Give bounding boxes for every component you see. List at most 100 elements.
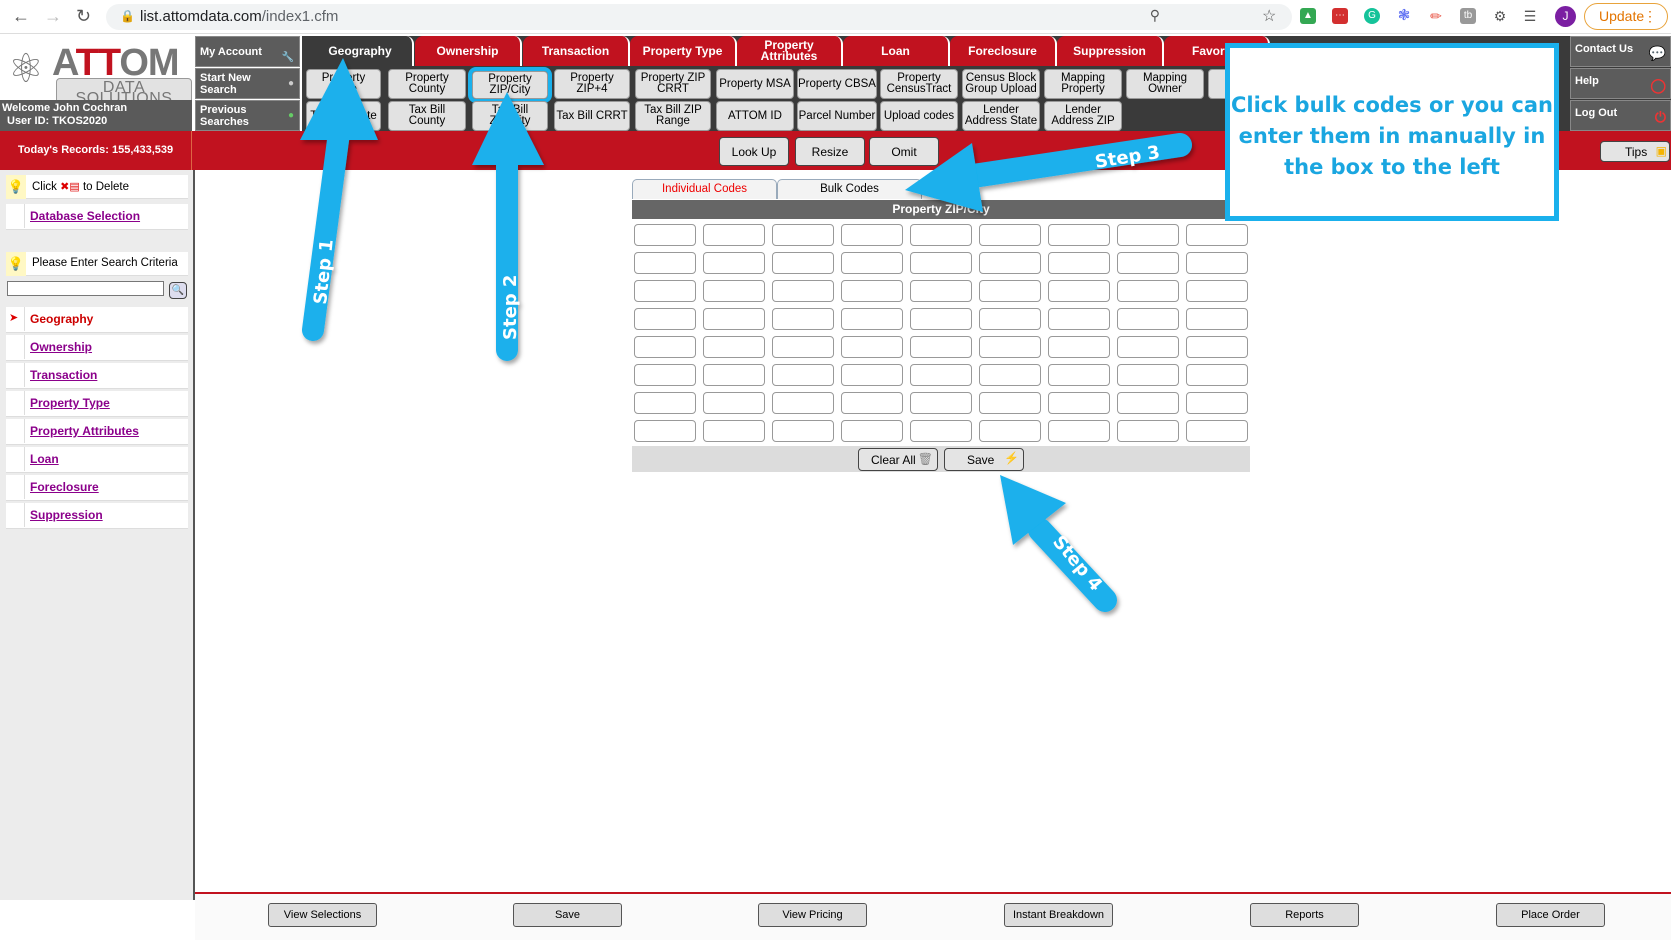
- lastpass-icon[interactable]: ⋯: [1332, 8, 1348, 24]
- tab-foreclosure[interactable]: Foreclosure: [950, 36, 1057, 66]
- subtab-property-state[interactable]: Property State: [306, 69, 381, 99]
- code-input-cell[interactable]: [1117, 392, 1179, 414]
- code-input-cell[interactable]: [1048, 336, 1110, 358]
- criteria-search-button[interactable]: 🔍: [169, 282, 187, 299]
- code-input-cell[interactable]: [1186, 280, 1248, 302]
- code-input-cell[interactable]: [979, 364, 1041, 386]
- code-input-cell[interactable]: [979, 224, 1041, 246]
- contact-us-button[interactable]: Contact Us 💬: [1570, 36, 1671, 67]
- database-selection-link[interactable]: Database Selection: [30, 209, 140, 223]
- code-input-cell[interactable]: [1048, 392, 1110, 414]
- code-input-cell[interactable]: [1117, 420, 1179, 442]
- subtab-property-cbsa[interactable]: Property CBSA: [797, 69, 877, 99]
- tab-transaction[interactable]: Transaction: [523, 36, 630, 66]
- forward-icon[interactable]: →: [44, 6, 62, 27]
- sidebar-item-foreclosure[interactable]: Foreclosure: [6, 475, 188, 501]
- log-out-button[interactable]: Log Out ⏻: [1570, 100, 1671, 131]
- subtab-lender-address-zip[interactable]: Lender Address ZIP: [1044, 101, 1122, 131]
- code-input-cell[interactable]: [1186, 420, 1248, 442]
- sidebar-item-label[interactable]: Ownership: [30, 340, 92, 354]
- sidebar-item-label[interactable]: Property Attributes: [30, 424, 139, 438]
- code-input-cell[interactable]: [772, 364, 834, 386]
- code-input-cell[interactable]: [910, 420, 972, 442]
- code-input-cell[interactable]: [841, 364, 903, 386]
- code-input-cell[interactable]: [703, 252, 765, 274]
- reports-button[interactable]: Reports: [1250, 903, 1359, 927]
- code-input-cell[interactable]: [910, 308, 972, 330]
- code-input-cell[interactable]: [910, 280, 972, 302]
- code-input-cell[interactable]: [634, 336, 696, 358]
- place-order-button[interactable]: Place Order: [1496, 903, 1605, 927]
- code-input-cell[interactable]: [703, 392, 765, 414]
- sidebar-item-label[interactable]: Property Type: [30, 396, 110, 410]
- instant-breakdown-button[interactable]: Instant Breakdown: [1004, 903, 1113, 927]
- sidebar-item-geography[interactable]: ➤ Geography: [6, 307, 188, 333]
- code-input-cell[interactable]: [841, 392, 903, 414]
- subtab-parcel-number[interactable]: Parcel Number: [797, 101, 877, 131]
- subtab-property-zip-crrt[interactable]: Property ZIP CRRT: [635, 69, 711, 99]
- attom-logo[interactable]: ⚛ ATTOM DATA SOLUTIONS: [0, 36, 192, 108]
- subtab-upload-codes[interactable]: Upload codes: [880, 101, 958, 131]
- subtab-tax-bill-state[interactable]: Tax Bill State: [306, 101, 381, 131]
- tab-loan[interactable]: Loan: [843, 36, 950, 66]
- code-input-cell[interactable]: [979, 308, 1041, 330]
- my-account-button[interactable]: My Account 🔧: [195, 36, 300, 67]
- resize-button[interactable]: Resize: [795, 137, 865, 166]
- extensions-puzzle-icon[interactable]: ⚙: [1492, 8, 1508, 24]
- sidebar-item-ownership[interactable]: Ownership: [6, 335, 188, 361]
- clear-all-button[interactable]: Clear All 🗑: [858, 448, 938, 471]
- code-input-cell[interactable]: [910, 224, 972, 246]
- sidebar-item-loan[interactable]: Loan: [6, 447, 188, 473]
- code-input-cell[interactable]: [1117, 280, 1179, 302]
- code-input-cell[interactable]: [1048, 224, 1110, 246]
- code-input-cell[interactable]: [910, 364, 972, 386]
- code-input-cell[interactable]: [634, 364, 696, 386]
- kebab-menu-icon[interactable]: ⋮: [1643, 4, 1657, 29]
- database-selection-row[interactable]: Database Selection: [6, 204, 188, 230]
- profile-avatar[interactable]: J: [1555, 6, 1576, 27]
- save-codes-button[interactable]: Save ⚡: [944, 448, 1024, 471]
- sidebar-item-label[interactable]: Transaction: [30, 368, 97, 382]
- subtab-tax-bill-zip-range[interactable]: Tax Bill ZIP Range: [635, 101, 711, 131]
- code-input-cell[interactable]: [1117, 224, 1179, 246]
- tab-geography[interactable]: Geography: [308, 36, 414, 66]
- sidebar-item-property-attributes[interactable]: Property Attributes: [6, 419, 188, 445]
- back-icon[interactable]: ←: [12, 6, 30, 27]
- subtab-property-zip4[interactable]: Property ZIP+4: [554, 69, 630, 99]
- extension-pen-icon[interactable]: ✏: [1428, 8, 1444, 24]
- subtab-property-msa[interactable]: Property MSA: [716, 69, 794, 99]
- bookmark-star-icon[interactable]: ☆: [1262, 6, 1292, 26]
- code-input-cell[interactable]: [1186, 252, 1248, 274]
- reload-icon[interactable]: ↻: [76, 6, 91, 27]
- code-input-cell[interactable]: [634, 420, 696, 442]
- subtab-tax-bill-county[interactable]: Tax Bill County: [388, 101, 466, 131]
- view-pricing-button[interactable]: View Pricing: [758, 903, 867, 927]
- tab-property-type[interactable]: Property Type: [630, 36, 737, 66]
- code-input-cell[interactable]: [703, 308, 765, 330]
- code-input-cell[interactable]: [841, 420, 903, 442]
- subtab-property-zip-city[interactable]: Property ZIP/City: [468, 67, 552, 103]
- extension-sparkle-icon[interactable]: ❃: [1396, 8, 1412, 24]
- sidebar-item-label[interactable]: Foreclosure: [30, 480, 99, 494]
- code-input-cell[interactable]: [772, 252, 834, 274]
- code-input-cell[interactable]: [979, 252, 1041, 274]
- subtab-mapping-owner[interactable]: Mapping Owner: [1126, 69, 1204, 99]
- code-input-cell[interactable]: [634, 308, 696, 330]
- save-button[interactable]: Save: [513, 903, 622, 927]
- code-input-cell[interactable]: [634, 280, 696, 302]
- criteria-search-input[interactable]: [7, 281, 164, 296]
- sidebar-item-label[interactable]: Suppression: [30, 508, 103, 522]
- code-input-cell[interactable]: [841, 308, 903, 330]
- subtab-mapping-property[interactable]: Mapping Property: [1044, 69, 1122, 99]
- google-drive-icon[interactable]: ▲: [1300, 8, 1316, 24]
- code-input-cell[interactable]: [634, 224, 696, 246]
- sidebar-item-suppression[interactable]: Suppression: [6, 503, 188, 529]
- code-input-cell[interactable]: [841, 224, 903, 246]
- previous-searches-button[interactable]: Previous Searches ●: [195, 100, 300, 131]
- sidebar-item-property-type[interactable]: Property Type: [6, 391, 188, 417]
- code-input-cell[interactable]: [979, 336, 1041, 358]
- media-control-icon[interactable]: ☰: [1522, 8, 1538, 24]
- code-input-cell[interactable]: [1048, 364, 1110, 386]
- subtab-attom-id[interactable]: ATTOM ID: [716, 101, 794, 131]
- code-input-cell[interactable]: [772, 336, 834, 358]
